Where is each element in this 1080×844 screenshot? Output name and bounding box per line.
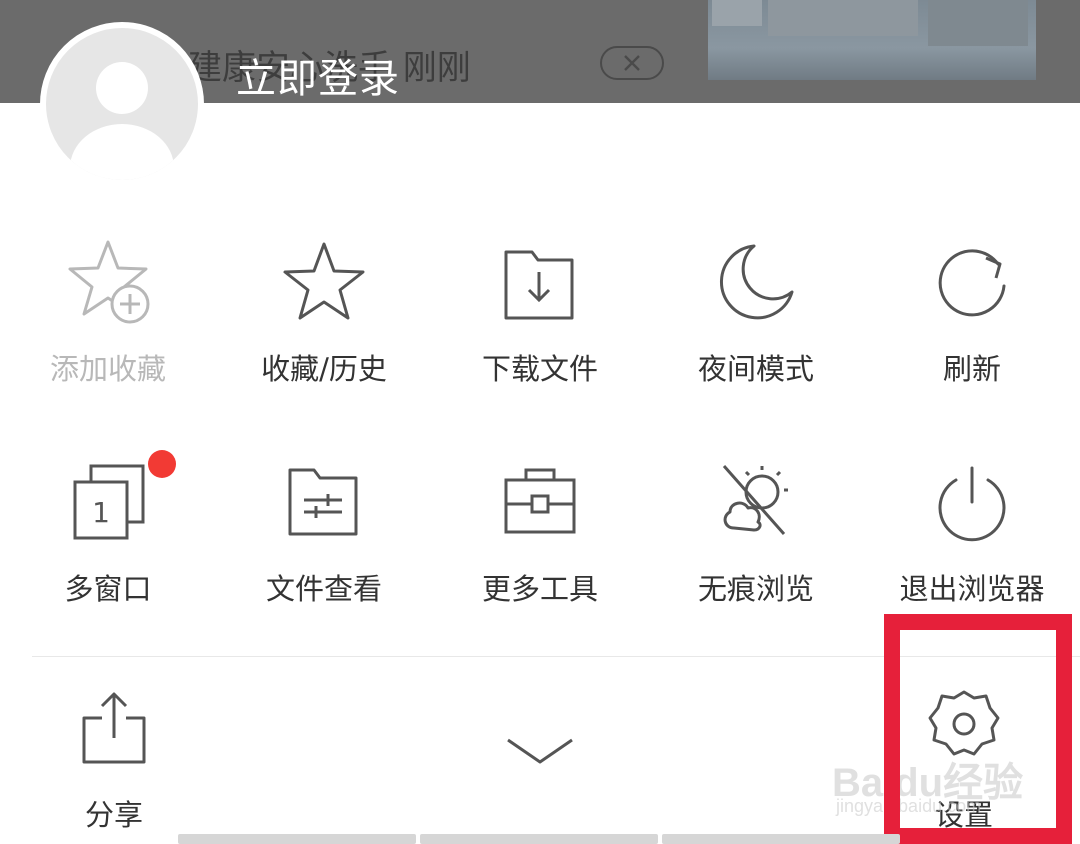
multi-window-icon: 1 xyxy=(73,464,145,540)
night-mode-label: 夜间模式 xyxy=(697,352,814,386)
file-viewer-label: 文件查看 xyxy=(265,572,382,606)
incognito-icon xyxy=(722,465,788,535)
settings-highlight-box xyxy=(884,614,1072,844)
folder-sliders-icon xyxy=(288,468,358,536)
share-icon xyxy=(82,692,146,764)
share-label: 分享 xyxy=(84,798,143,832)
incognito-label: 无痕浏览 xyxy=(697,572,814,606)
chevron-down-icon[interactable] xyxy=(504,734,576,766)
moon-icon xyxy=(719,244,794,320)
night-mode-button[interactable]: 夜间模式 xyxy=(648,236,864,386)
refresh-label: 刷新 xyxy=(942,352,1001,386)
avatar[interactable] xyxy=(40,22,204,186)
incognito-button[interactable]: 无痕浏览 xyxy=(648,456,864,606)
more-tools-label: 更多工具 xyxy=(481,572,598,606)
default-avatar-icon xyxy=(70,62,174,180)
bookmarks-history-button[interactable]: 收藏/历史 xyxy=(216,236,432,386)
toolbox-icon xyxy=(504,468,576,534)
downloads-label: 下载文件 xyxy=(481,352,598,386)
refresh-button[interactable]: 刷新 xyxy=(864,236,1080,386)
download-folder-icon xyxy=(504,250,574,320)
background-close-button xyxy=(600,46,664,80)
multi-window-button[interactable]: 1 多窗口 xyxy=(0,456,216,606)
notification-badge xyxy=(148,450,176,478)
close-icon xyxy=(624,55,640,71)
exit-browser-label: 退出浏览器 xyxy=(899,572,1045,606)
login-button[interactable]: 立即登录 xyxy=(236,46,400,104)
window-count: 1 xyxy=(92,496,110,529)
file-viewer-button[interactable]: 文件查看 xyxy=(216,456,432,606)
exit-browser-button[interactable]: 退出浏览器 xyxy=(864,456,1080,606)
multi-window-label: 多窗口 xyxy=(64,572,152,606)
star-plus-icon xyxy=(68,240,150,324)
downloads-button[interactable]: 下载文件 xyxy=(432,236,648,386)
more-tools-button[interactable]: 更多工具 xyxy=(432,456,648,606)
background-thumbnail xyxy=(708,0,1036,80)
page-indicator xyxy=(178,834,900,844)
share-button[interactable]: 分享 xyxy=(6,690,222,832)
add-bookmark-label: 添加收藏 xyxy=(49,352,166,386)
bookmarks-history-label: 收藏/历史 xyxy=(261,352,387,386)
power-icon xyxy=(938,466,1006,542)
star-icon xyxy=(283,242,365,320)
add-bookmark-button[interactable]: 添加收藏 xyxy=(0,236,216,386)
refresh-icon xyxy=(938,249,1006,317)
